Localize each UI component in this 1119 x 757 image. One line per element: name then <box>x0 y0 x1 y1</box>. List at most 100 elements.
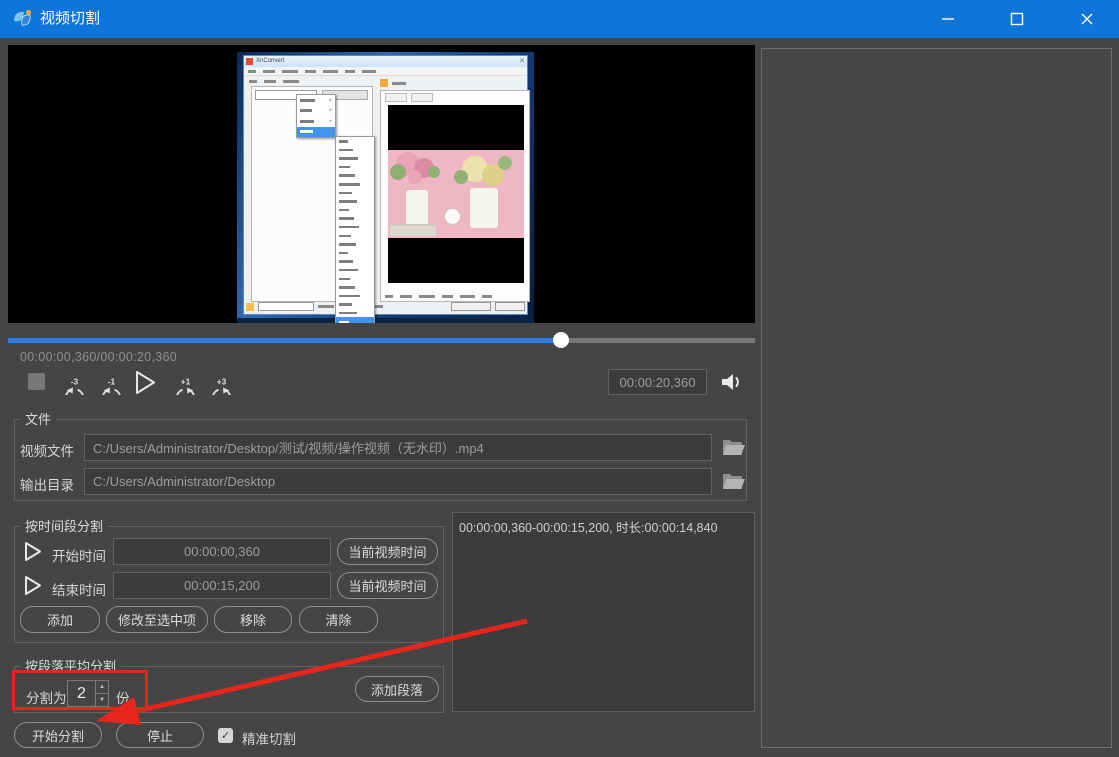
inner-text-blob <box>392 82 406 85</box>
inner-menu-item <box>336 146 374 155</box>
add-button-label: 添加 <box>47 610 73 629</box>
file-group-title: 文件 <box>20 411 56 428</box>
output-dir-label: 输出目录 <box>20 474 74 494</box>
inner-menu-item <box>336 300 374 309</box>
vase <box>470 188 498 228</box>
inner-folder-icon <box>246 303 254 311</box>
remove-button[interactable]: 移除 <box>214 606 292 633</box>
video-preview-area[interactable]: XnConvert ✕ ▸ ▸ ▸ ▸ <box>8 45 755 323</box>
inner-text-blob <box>442 295 453 298</box>
leaf-blob <box>498 156 512 170</box>
start-current-time-button[interactable]: 当前视频时间 <box>337 538 438 565</box>
add-button[interactable]: 添加 <box>20 606 100 633</box>
inner-menu-item <box>336 214 374 223</box>
segment-item[interactable]: 00:00:00,360-00:00:15,200, 时长:00:00:14,8… <box>453 513 754 540</box>
output-dir-input[interactable] <box>84 468 712 495</box>
browse-output-folder-icon[interactable] <box>721 471 746 497</box>
modify-button-label: 修改至选中项 <box>118 610 196 629</box>
output-list-panel[interactable] <box>761 48 1112 748</box>
volume-icon[interactable] <box>719 370 745 399</box>
seek-back-1-button[interactable]: -1 <box>98 368 125 400</box>
seek-back-3-button[interactable]: -3 <box>61 368 88 400</box>
video-file-label: 视频文件 <box>20 440 74 460</box>
inner-image-viewport <box>388 105 524 283</box>
svg-text:+3: +3 <box>217 377 227 387</box>
add-segment-button[interactable]: 添加段落 <box>355 676 439 702</box>
clear-button[interactable]: 清除 <box>299 606 378 633</box>
svg-text:-1: -1 <box>108 377 116 387</box>
inner-preview-panel <box>380 90 530 302</box>
close-button[interactable] <box>1064 0 1110 38</box>
inner-menu-item <box>336 137 374 146</box>
app-logo-icon <box>10 7 34 31</box>
inner-text-blob <box>282 70 298 73</box>
inner-submenu <box>335 136 375 323</box>
inner-text-blob <box>264 80 276 83</box>
inner-close-button <box>495 302 525 311</box>
books <box>390 224 436 236</box>
inner-text-blob <box>323 70 338 73</box>
inner-menu-item <box>336 249 374 258</box>
inner-menu-item <box>336 257 374 266</box>
play-button[interactable] <box>134 369 158 401</box>
current-time-field[interactable] <box>608 369 707 395</box>
start-split-label: 开始分割 <box>32 726 84 745</box>
app-window: 视频切割 XnConvert ✕ <box>0 0 1119 757</box>
inner-preview-toolbar <box>385 295 499 298</box>
inner-menu-item <box>336 317 374 323</box>
inner-menu-item <box>336 189 374 198</box>
inner-menu-item <box>336 206 374 215</box>
inner-subheader <box>246 77 396 85</box>
add-segment-label: 添加段落 <box>371 680 423 699</box>
end-current-time-button[interactable]: 当前视频时间 <box>337 572 438 599</box>
inner-menu-item: ▸ <box>297 116 335 127</box>
leaf-blob <box>390 164 406 180</box>
seek-end-icon[interactable] <box>24 575 43 601</box>
vase <box>406 190 428 226</box>
end-time-label: 结束时间 <box>52 579 106 599</box>
segment-list[interactable]: 00:00:00,360-00:00:15,200, 时长:00:00:14,8… <box>452 512 755 712</box>
inner-text-blob <box>460 295 475 298</box>
flower-blob <box>408 170 422 184</box>
seek-forward-1-button[interactable]: +1 <box>172 368 199 400</box>
inner-tab <box>385 93 407 102</box>
maximize-button[interactable] <box>994 0 1040 38</box>
slider-fill <box>8 338 561 343</box>
video-frame-content: XnConvert ✕ ▸ ▸ ▸ ▸ <box>237 52 534 323</box>
minimize-button[interactable] <box>925 0 971 38</box>
inner-menu-item <box>336 154 374 163</box>
inner-close-icon: ✕ <box>519 58 525 65</box>
start-split-button[interactable]: 开始分割 <box>14 722 102 748</box>
inner-app-icon <box>246 58 253 65</box>
inner-text-blob <box>362 70 376 73</box>
precise-checkbox[interactable] <box>218 728 233 743</box>
inner-menu-item <box>336 266 374 275</box>
progress-slider[interactable] <box>8 333 755 347</box>
inner-menu-item: ▸ <box>297 106 335 117</box>
inner-menu-item-highlighted: ▸ <box>297 127 335 138</box>
clear-button-label: 清除 <box>325 610 351 629</box>
inner-text-blob <box>305 70 316 73</box>
slider-handle[interactable] <box>553 332 569 348</box>
end-time-input[interactable] <box>113 572 331 599</box>
inner-app-window: XnConvert ✕ ▸ ▸ ▸ ▸ <box>243 55 528 315</box>
start-time-input[interactable] <box>113 538 331 565</box>
end-current-time-label: 当前视频时间 <box>348 576 426 595</box>
stop-button[interactable] <box>28 373 45 390</box>
inner-dropdown-menu: ▸ ▸ ▸ ▸ <box>296 94 336 138</box>
video-file-input[interactable] <box>84 434 712 461</box>
inner-output-combo <box>258 302 314 311</box>
modify-selected-button[interactable]: 修改至选中项 <box>106 606 208 633</box>
inner-text-blob <box>482 295 492 298</box>
seek-forward-3-button[interactable]: +3 <box>208 368 235 400</box>
browse-video-folder-icon[interactable] <box>721 437 746 463</box>
seek-start-icon[interactable] <box>24 541 43 567</box>
inner-text-blob <box>249 80 257 83</box>
inner-menu-item <box>336 232 374 241</box>
stop-split-button[interactable]: 停止 <box>116 722 204 748</box>
titlebar: 视频切割 <box>0 0 1119 38</box>
inner-menu-item <box>336 223 374 232</box>
inner-menu-item: ▸ <box>297 95 335 106</box>
inner-text-blob <box>345 70 355 73</box>
time-display: 00:00:00,360/00:00:20,360 <box>20 350 177 364</box>
